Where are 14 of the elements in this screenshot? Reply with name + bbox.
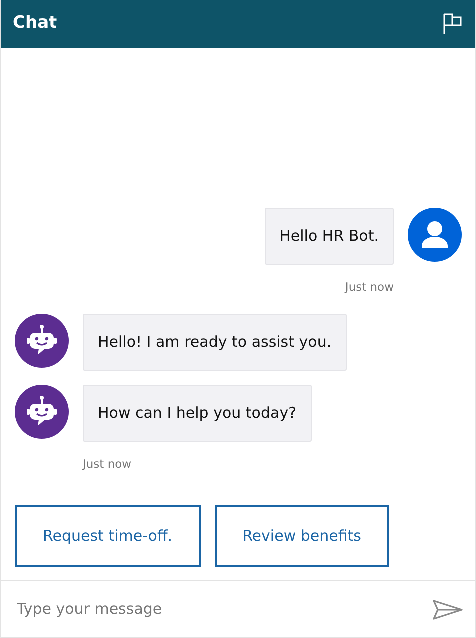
bot-avatar-icon (15, 384, 69, 439)
send-button[interactable] (433, 597, 463, 621)
timestamp: Just now (345, 278, 394, 296)
bot-avatar-icon (15, 314, 69, 368)
suggestion-button[interactable]: Request time-off. (15, 505, 201, 567)
suggestion-button[interactable]: Review benefits (214, 505, 390, 567)
message-bubble: Hello HR Bot. (264, 208, 394, 264)
message-bubble: Hello! I am ready to assist you. (83, 314, 347, 371)
window-title: Chat (13, 12, 58, 36)
flag-icon[interactable] (443, 13, 463, 35)
user-avatar-icon (408, 208, 462, 262)
timestamp: Just now (83, 456, 132, 473)
message-input[interactable]: Type your message (15, 596, 433, 622)
message-bubble: How can I help you today? (83, 384, 312, 442)
